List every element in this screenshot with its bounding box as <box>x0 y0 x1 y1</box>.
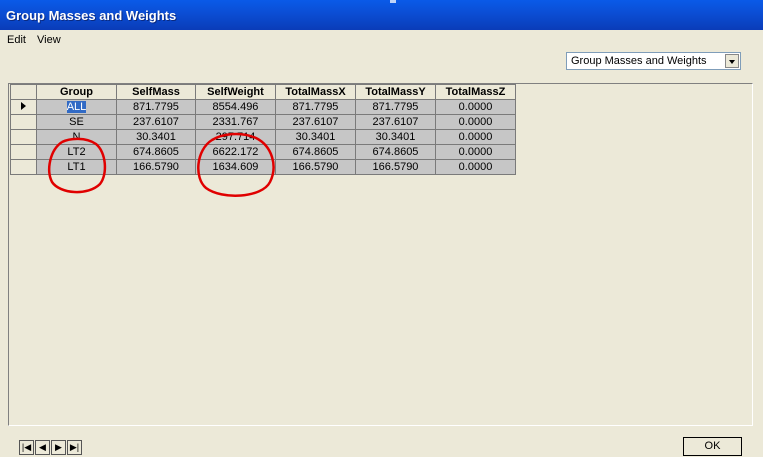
col-header-group[interactable]: Group <box>36 84 117 100</box>
table-cell[interactable]: 6622.172 <box>195 144 276 160</box>
table-cell[interactable]: 674.8605 <box>355 144 436 160</box>
current-row-arrow-icon <box>21 102 26 110</box>
table-cell[interactable]: 871.7795 <box>275 99 356 115</box>
table-cell[interactable]: 237.6107 <box>275 114 356 130</box>
table-cell[interactable]: N <box>36 129 117 145</box>
table-cell[interactable]: 8554.496 <box>195 99 276 115</box>
first-record-icon[interactable]: |◀ <box>19 440 34 455</box>
table-cell[interactable]: LT2 <box>36 144 117 160</box>
table-cell[interactable]: 237.6107 <box>116 114 196 130</box>
ok-button[interactable]: OK <box>683 437 742 456</box>
table-cell[interactable]: 871.7795 <box>116 99 196 115</box>
table-cell[interactable]: 166.5790 <box>116 159 196 175</box>
table-header-row: Group SelfMass SelfWeight TotalMassX Tot… <box>10 84 516 100</box>
table-cell[interactable]: 166.5790 <box>275 159 356 175</box>
record-navigator: |◀ ◀ ▶ ▶| <box>19 440 83 456</box>
table-row[interactable]: ALL 871.7795 8554.496 871.7795 871.7795 … <box>10 99 516 115</box>
table-row[interactable]: LT2 674.8605 6622.172 674.8605 674.8605 … <box>10 144 516 160</box>
last-record-icon[interactable]: ▶| <box>67 440 82 455</box>
table-cell[interactable]: 2331.767 <box>195 114 276 130</box>
view-selector-value: Group Masses and Weights <box>571 55 707 67</box>
col-header-selfmass[interactable]: SelfMass <box>116 84 196 100</box>
table-cell[interactable]: 297.714 <box>195 129 276 145</box>
menu-view[interactable]: View <box>37 34 61 46</box>
col-header-selfweight[interactable]: SelfWeight <box>195 84 276 100</box>
table-cell[interactable]: 0.0000 <box>435 159 516 175</box>
window-title: Group Masses and Weights <box>6 8 177 23</box>
row-selector[interactable] <box>10 144 37 160</box>
view-selector-dropdown[interactable]: Group Masses and Weights <box>566 52 741 70</box>
next-record-icon[interactable]: ▶ <box>51 440 66 455</box>
row-selector-header <box>10 84 37 100</box>
title-bar-mark <box>390 0 396 3</box>
table-cell[interactable]: 0.0000 <box>435 99 516 115</box>
menu-bar: Edit View <box>0 30 763 50</box>
table-cell[interactable]: 0.0000 <box>435 129 516 145</box>
previous-record-icon[interactable]: ◀ <box>35 440 50 455</box>
menu-edit[interactable]: Edit <box>7 34 26 46</box>
row-selector[interactable] <box>10 129 37 145</box>
col-header-totalmassx[interactable]: TotalMassX <box>275 84 356 100</box>
row-selector[interactable] <box>10 99 37 115</box>
table-row[interactable]: N 30.3401 297.714 30.3401 30.3401 0.0000 <box>10 129 516 145</box>
table-cell[interactable]: SE <box>36 114 117 130</box>
table-cell[interactable]: 674.8605 <box>116 144 196 160</box>
table-cell[interactable]: 30.3401 <box>355 129 436 145</box>
table-cell[interactable]: 0.0000 <box>435 114 516 130</box>
table-cell[interactable]: 0.0000 <box>435 144 516 160</box>
col-header-totalmassz[interactable]: TotalMassZ <box>435 84 516 100</box>
row-selector[interactable] <box>10 114 37 130</box>
table-cell[interactable]: 237.6107 <box>355 114 436 130</box>
row-selector[interactable] <box>10 159 37 175</box>
table-cell[interactable]: 871.7795 <box>355 99 436 115</box>
group-mass-table: Group SelfMass SelfWeight TotalMassX Tot… <box>10 84 516 175</box>
table-cell[interactable]: 1634.609 <box>195 159 276 175</box>
data-grid[interactable]: Group SelfMass SelfWeight TotalMassX Tot… <box>8 83 753 426</box>
chevron-down-icon[interactable] <box>725 54 739 68</box>
table-cell[interactable]: 166.5790 <box>355 159 436 175</box>
table-cell[interactable]: ALL <box>36 99 117 115</box>
table-cell[interactable]: 30.3401 <box>275 129 356 145</box>
table-cell[interactable]: 674.8605 <box>275 144 356 160</box>
table-cell[interactable]: 30.3401 <box>116 129 196 145</box>
table-row[interactable]: SE 237.6107 2331.767 237.6107 237.6107 0… <box>10 114 516 130</box>
table-cell[interactable]: LT1 <box>36 159 117 175</box>
table-row[interactable]: LT1 166.5790 1634.609 166.5790 166.5790 … <box>10 159 516 175</box>
table-cell-text: ALL <box>66 101 87 113</box>
col-header-totalmassy[interactable]: TotalMassY <box>355 84 436 100</box>
title-bar: Group Masses and Weights <box>0 0 763 30</box>
